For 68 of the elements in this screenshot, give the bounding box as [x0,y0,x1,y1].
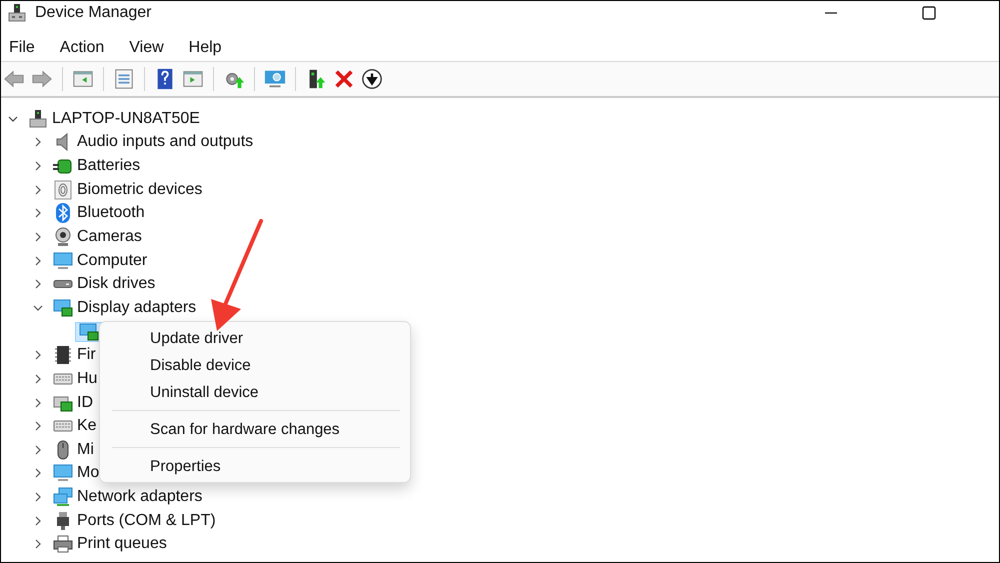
forward-arrow-icon[interactable] [31,68,53,90]
tree-item[interactable]: ID [77,394,93,412]
menu-item[interactable]: File [7,39,45,57]
uninstall-icon[interactable] [333,68,355,90]
back-arrow-icon[interactable] [3,68,25,90]
expand-chevron-icon[interactable] [33,444,43,455]
expand-chevron-icon[interactable] [33,161,43,172]
tree-item[interactable]: Mo [77,464,100,482]
menu-item[interactable]: View [127,39,174,57]
computer-icon [28,108,48,129]
expand-chevron-icon[interactable] [33,539,43,550]
expand-chevron-icon[interactable] [33,232,43,242]
collapse-chevron-icon[interactable] [8,114,18,124]
display-adapter-icon [79,322,99,342]
expand-chevron-icon[interactable] [33,492,43,502]
printer-icon [53,534,73,554]
bluetooth-icon [53,203,73,224]
collapse-chevron-icon[interactable] [33,302,43,313]
context-menu-item[interactable]: Uninstall device [100,379,400,406]
context-menu-item[interactable]: Properties [100,453,400,480]
monitor-icon [53,250,73,271]
menu-item[interactable]: Help [186,39,232,57]
tree-item[interactable]: Ke [77,417,97,436]
fingerprint-icon [53,180,73,200]
expand-chevron-icon[interactable] [33,421,43,432]
expand-chevron-icon[interactable] [33,398,43,408]
expand-chevron-icon[interactable] [33,279,43,290]
tree-item[interactable]: Biometric devices [77,180,202,199]
tree-item[interactable]: Print queues [77,535,167,554]
network-icon [53,487,73,508]
expand-chevron-icon[interactable] [33,350,43,360]
window-title: Device Manager [35,4,152,22]
tree-item[interactable]: Mi [77,440,94,459]
expand-chevron-icon[interactable] [33,208,43,218]
expand-chevron-icon[interactable] [33,516,43,526]
monitor-search-icon[interactable] [264,68,286,90]
action-pane-icon[interactable] [182,68,204,90]
display-adapter-icon [53,298,73,318]
tree-item[interactable]: Fir [77,346,96,364]
webcam-icon [53,227,73,248]
monitor-icon [53,463,73,484]
properties-icon[interactable] [113,68,135,90]
menu-item[interactable]: Action [58,39,114,57]
context-menu-item[interactable]: Scan for hardware changes [100,416,400,443]
maximize-icon[interactable] [922,6,936,20]
tree-item[interactable]: Ports (COM & LPT) [77,512,216,530]
context-menu-item[interactable]: Update driver [100,325,400,352]
tree-item[interactable]: Display adapters [77,298,196,317]
tree-item[interactable]: Disk drives [77,275,156,294]
tree-item[interactable]: Batteries [77,157,140,176]
tree-item[interactable]: LAPTOP-UN8AT50E [52,110,200,128]
expand-chevron-icon[interactable] [33,374,43,384]
chip-icon [53,345,73,366]
disk-drive-icon [53,280,73,288]
tree-item[interactable]: Bluetooth [77,204,145,222]
expand-chevron-icon[interactable] [33,184,43,195]
console-tree-icon[interactable] [72,68,94,90]
expand-chevron-icon[interactable] [33,468,43,478]
context-menu-item[interactable]: Disable device [100,352,400,379]
computer-icon [7,3,27,23]
expand-chevron-icon[interactable] [33,137,43,148]
tree-item[interactable]: Network adapters [77,488,202,506]
tree-item[interactable]: Audio inputs and outputs [77,133,254,152]
tree-item[interactable]: Computer [77,252,148,270]
download-icon[interactable] [361,68,383,90]
expand-chevron-icon[interactable] [33,256,43,266]
tree-item[interactable]: Cameras [77,228,142,246]
tree-item[interactable]: Hu [77,370,98,388]
